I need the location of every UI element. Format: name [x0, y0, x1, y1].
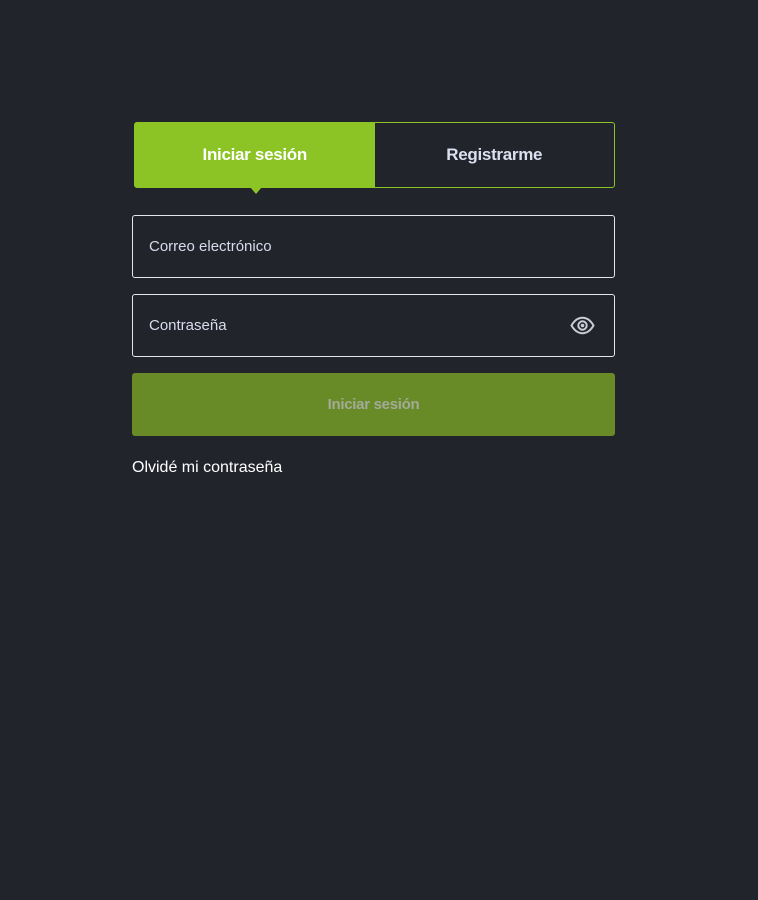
- email-field[interactable]: [149, 216, 549, 277]
- password-field-box: [132, 294, 615, 357]
- tab-login[interactable]: Iniciar sesión: [135, 123, 375, 194]
- email-field-box: [132, 215, 615, 278]
- tab-register[interactable]: Registrarme: [375, 123, 615, 187]
- password-field[interactable]: [149, 295, 549, 356]
- eye-icon[interactable]: [570, 316, 595, 335]
- login-submit-button[interactable]: Iniciar sesión: [132, 373, 615, 436]
- tab-register-label: Registrarme: [446, 145, 543, 164]
- auth-tabs: Iniciar sesión Registrarme: [134, 122, 615, 194]
- login-page: Iniciar sesión Registrarme Iniciar sesió…: [0, 0, 758, 900]
- tab-login-label: Iniciar sesión: [202, 145, 308, 164]
- active-tab-pointer: [249, 187, 262, 194]
- forgot-password-link[interactable]: Olvidé mi contraseña: [132, 459, 282, 477]
